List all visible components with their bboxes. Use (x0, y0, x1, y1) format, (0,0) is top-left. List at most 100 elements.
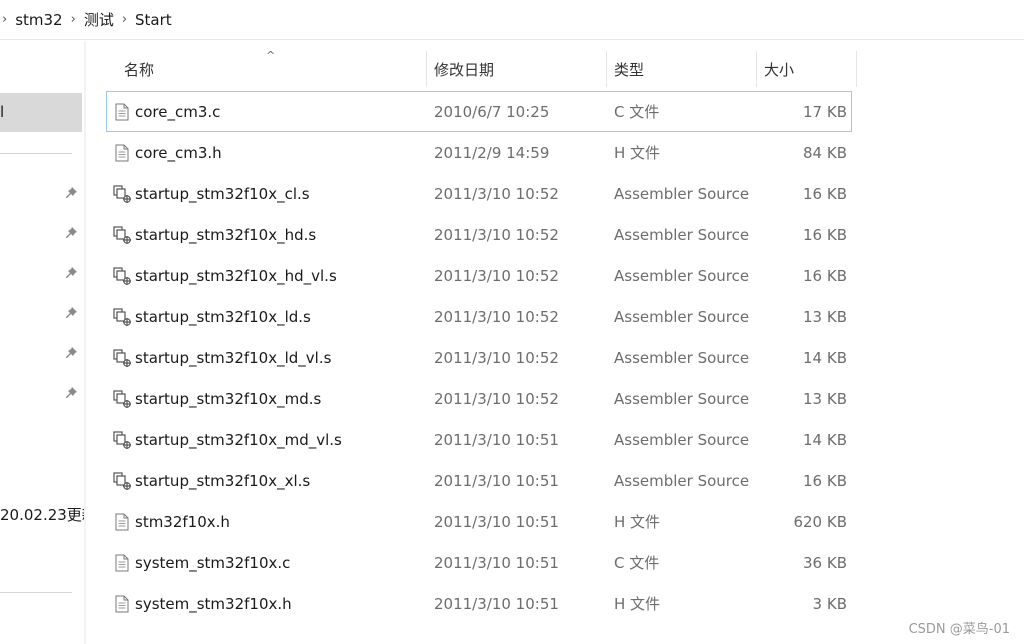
file-row[interactable]: core_cm3.c 2010/6/7 10:25 C 文件 17 KB (106, 91, 852, 132)
file-type: C 文件 (614, 554, 660, 572)
file-date: 2011/3/10 10:51 (434, 594, 559, 613)
assembler-file-icon (112, 297, 132, 336)
text-file-icon (112, 502, 132, 541)
file-name[interactable]: startup_stm32f10x_hd_vl.s (135, 256, 337, 295)
file-type: C 文件 (614, 103, 660, 121)
file-name[interactable]: startup_stm32f10x_ld_vl.s (135, 338, 331, 377)
assembler-file-icon (112, 215, 132, 254)
pin-icon[interactable] (64, 186, 78, 200)
chevron-right-icon[interactable]: › (122, 12, 127, 27)
assembler-file-icon (112, 256, 132, 295)
file-size: 13 KB (803, 307, 847, 326)
nav-divider (0, 153, 72, 154)
chevron-right-icon[interactable]: › (71, 12, 76, 27)
file-type: Assembler Source (614, 266, 750, 285)
text-file-icon (112, 584, 132, 623)
nav-scrollbar[interactable] (84, 41, 86, 644)
file-name[interactable]: startup_stm32f10x_md.s (135, 379, 321, 418)
assembler-file-icon (112, 461, 132, 500)
watermark: CSDN @菜鸟-01 (908, 622, 1010, 637)
file-date: 2010/6/7 10:25 (434, 102, 550, 121)
file-name[interactable]: stm32f10x.h (135, 502, 230, 541)
file-date: 2011/3/10 10:52 (434, 266, 559, 285)
nav-item-selected[interactable]: l (0, 93, 82, 132)
file-type: Assembler Source (614, 471, 750, 490)
pin-icon[interactable] (64, 266, 78, 280)
assembler-file-icon (112, 420, 132, 459)
text-file-icon (112, 133, 132, 172)
file-name[interactable]: core_cm3.c (135, 92, 220, 131)
assembler-file-icon (112, 379, 132, 418)
file-type: H 文件 (614, 144, 661, 162)
file-size: 16 KB (803, 266, 847, 285)
column-header-type[interactable]: 类型 (606, 51, 756, 87)
column-divider[interactable] (856, 51, 857, 87)
file-type: Assembler Source (614, 307, 750, 326)
file-row[interactable]: startup_stm32f10x_hd.s 2011/3/10 10:52 Ass… (106, 214, 852, 255)
nav-item-label: l (0, 103, 5, 121)
file-row[interactable]: startup_stm32f10x_cl.s 2011/3/10 10:52 Ass… (106, 173, 852, 214)
file-name[interactable]: startup_stm32f10x_cl.s (135, 174, 310, 213)
file-row[interactable]: system_stm32f10x.c 2011/3/10 10:51 C 文件 36 … (106, 542, 852, 583)
file-size: 16 KB (803, 471, 847, 490)
file-row[interactable]: core_cm3.h 2011/2/9 14:59 H 文件 84 KB (106, 132, 852, 173)
file-size: 16 KB (803, 225, 847, 244)
file-date: 2011/3/10 10:52 (434, 348, 559, 367)
text-file-icon (112, 92, 132, 131)
file-type: Assembler Source (614, 184, 750, 203)
text-file-icon (112, 543, 132, 582)
pin-icon[interactable] (64, 386, 78, 400)
file-name[interactable]: core_cm3.h (135, 133, 222, 172)
file-date: 2011/3/10 10:51 (434, 512, 559, 531)
breadcrumb-item-start[interactable]: Start (135, 11, 172, 29)
file-date: 2011/3/10 10:51 (434, 430, 559, 449)
file-size: 14 KB (803, 348, 847, 367)
file-date: 2011/2/9 14:59 (434, 143, 550, 162)
file-size: 36 KB (803, 553, 847, 572)
file-date: 2011/3/10 10:52 (434, 225, 559, 244)
file-size: 620 KB (793, 512, 847, 531)
file-size: 17 KB (803, 102, 847, 121)
file-date: 2011/3/10 10:52 (434, 184, 559, 203)
file-size: 84 KB (803, 143, 847, 162)
file-row[interactable]: startup_stm32f10x_xl.s 2011/3/10 10:51 Ass… (106, 460, 852, 501)
column-header-date[interactable]: 修改日期 (426, 51, 606, 87)
column-headers: ^ 名称 修改日期 类型 大小 (106, 49, 857, 87)
column-header-size[interactable]: 大小 (756, 51, 856, 87)
assembler-file-icon (112, 174, 132, 213)
file-date: 2011/3/10 10:52 (434, 389, 559, 408)
chevron-right-icon[interactable]: › (2, 12, 7, 27)
breadcrumb-item-stm32[interactable]: stm32 (15, 11, 62, 29)
file-name[interactable]: startup_stm32f10x_xl.s (135, 461, 310, 500)
file-type: Assembler Source (614, 348, 750, 367)
file-row[interactable]: startup_stm32f10x_ld_vl.s 2011/3/10 10:52… (106, 337, 852, 378)
file-row[interactable]: stm32f10x.h 2011/3/10 10:51 H 文件 620 KB (106, 501, 852, 542)
file-date: 2011/3/10 10:52 (434, 307, 559, 326)
breadcrumb-item-test[interactable]: 测试 (84, 9, 114, 30)
file-name[interactable]: startup_stm32f10x_hd.s (135, 215, 316, 254)
file-size: 13 KB (803, 389, 847, 408)
pin-icon[interactable] (64, 306, 78, 320)
file-type: H 文件 (614, 595, 661, 613)
file-row[interactable]: startup_stm32f10x_hd_vl.s 2011/3/10 10:52… (106, 255, 852, 296)
column-header-name[interactable]: 名称 (116, 51, 426, 87)
file-type: H 文件 (614, 513, 661, 531)
file-row[interactable]: startup_stm32f10x_md.s 2011/3/10 10:52 Ass… (106, 378, 852, 419)
file-row[interactable]: startup_stm32f10x_md_vl.s 2011/3/10 10:51… (106, 419, 852, 460)
file-name[interactable]: startup_stm32f10x_md_vl.s (135, 420, 342, 459)
file-date: 2011/3/10 10:51 (434, 553, 559, 572)
file-name[interactable]: system_stm32f10x.c (135, 543, 290, 582)
file-size: 3 KB (812, 594, 847, 613)
pin-icon[interactable] (64, 346, 78, 360)
pin-icon[interactable] (64, 226, 78, 240)
file-name[interactable]: startup_stm32f10x_ld.s (135, 297, 311, 336)
assembler-file-icon (112, 338, 132, 377)
file-date: 2011/3/10 10:51 (434, 471, 559, 490)
nav-item-label[interactable]: 20.02.23更新 (0, 504, 86, 525)
file-name[interactable]: system_stm32f10x.h (135, 584, 292, 623)
file-type: Assembler Source (614, 389, 750, 408)
file-row[interactable]: system_stm32f10x.h 2011/3/10 10:51 H 文件 3 K… (106, 583, 852, 624)
file-type: Assembler Source (614, 225, 750, 244)
file-row[interactable]: startup_stm32f10x_ld.s 2011/3/10 10:52 Ass… (106, 296, 852, 337)
file-list: core_cm3.c 2010/6/7 10:25 C 文件 17 KB core_cm… (106, 91, 852, 624)
